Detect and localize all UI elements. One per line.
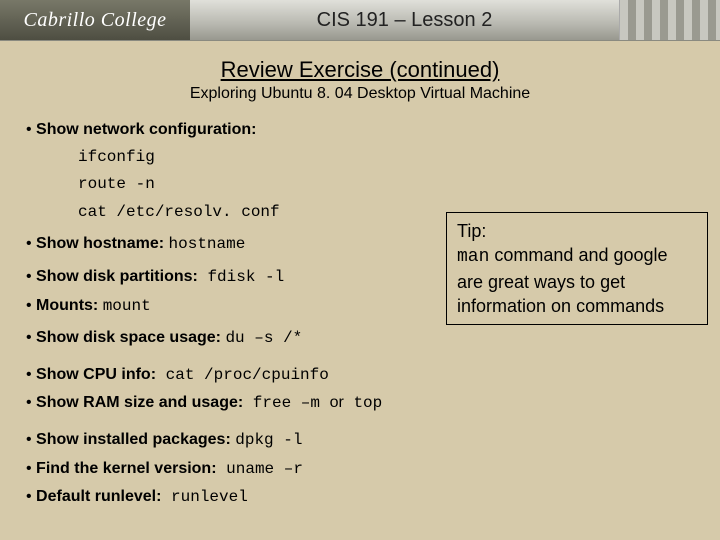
slide-title: Review Exercise (continued) (0, 57, 720, 83)
bullet-network: Show network configuration: (26, 119, 694, 141)
bullet-du: Show disk space usage: du –s /* (26, 327, 694, 350)
cmd-ifconfig: ifconfig (78, 147, 694, 169)
slide-subtitle: Exploring Ubuntu 8. 04 Desktop Virtual M… (0, 85, 720, 103)
cmd-route: route -n (78, 174, 694, 196)
tip-text: command and google are great ways to get… (457, 245, 668, 316)
tip-heading: Tip: (457, 219, 697, 243)
bullet-runlevel: Default runlevel: runlevel (26, 486, 694, 509)
course-title: CIS 191 – Lesson 2 (190, 9, 619, 32)
tip-box: Tip: man command and google are great wa… (446, 212, 708, 325)
tip-code: man (457, 247, 489, 267)
slide-header: Cabrillo College CIS 191 – Lesson 2 (0, 0, 720, 41)
college-logo: Cabrillo College (0, 0, 190, 40)
bullet-kernel: Find the kernel version: uname –r (26, 458, 694, 481)
bullet-cpu: Show CPU info: cat /proc/cpuinfo (26, 364, 694, 387)
pillars-image (619, 0, 720, 40)
bullet-packages: Show installed packages: dpkg -l (26, 429, 694, 452)
bullet-ram: Show RAM size and usage: free –m or top (26, 392, 694, 415)
